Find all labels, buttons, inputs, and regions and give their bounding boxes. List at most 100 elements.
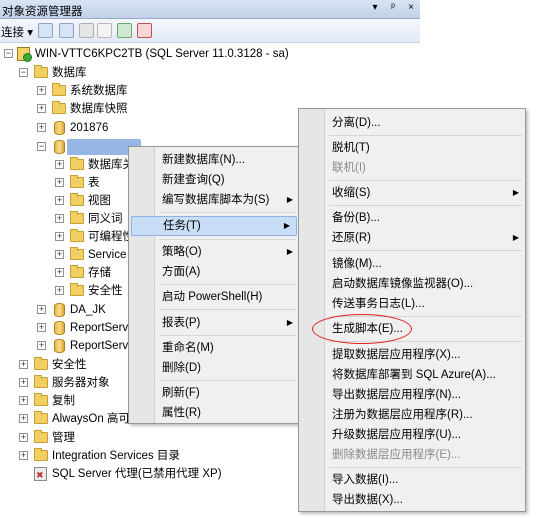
dropdown-icon[interactable]: ▾ bbox=[370, 2, 380, 13]
database-icon bbox=[54, 303, 65, 317]
menu-item-take-offline[interactable]: 脱机(T) bbox=[299, 138, 525, 158]
tree-label: Service bbox=[88, 249, 127, 261]
menu-item-export-dac[interactable]: 导出数据层应用程序(N)... bbox=[299, 385, 525, 405]
collapse-icon[interactable]: − bbox=[37, 142, 46, 151]
expand-icon[interactable]: + bbox=[55, 214, 64, 223]
expand-icon[interactable]: + bbox=[55, 268, 64, 277]
menu-item-restore[interactable]: 还原(R) ▶ bbox=[299, 228, 525, 248]
expand-icon[interactable]: + bbox=[19, 451, 28, 460]
expand-icon[interactable]: + bbox=[37, 104, 46, 113]
menu-item-script-as[interactable]: 编写数据库脚本为(S) ▶ bbox=[129, 190, 299, 210]
menu-item-label: 报表(P) bbox=[162, 317, 201, 329]
menu-item-label: 收缩(S) bbox=[332, 187, 371, 199]
tree-label: 视图 bbox=[88, 195, 111, 207]
expand-icon[interactable]: + bbox=[19, 433, 28, 442]
collapse-icon[interactable]: − bbox=[4, 49, 13, 58]
activity-monitor-icon[interactable] bbox=[137, 23, 152, 38]
folder-icon bbox=[70, 247, 84, 260]
folder-icon bbox=[34, 448, 48, 461]
tree-node-databases[interactable]: − 数据库 bbox=[0, 64, 420, 82]
connect-button[interactable]: 连接 ▾ bbox=[1, 24, 33, 40]
folder-icon bbox=[34, 375, 48, 388]
close-icon[interactable]: × bbox=[406, 2, 416, 13]
pin-icon[interactable]: ᵖ bbox=[388, 2, 398, 13]
tree-label: WIN-VTTC6KPC2TB (SQL Server 11.0.3128 - … bbox=[35, 48, 289, 60]
menu-item-facets[interactable]: 方面(A) bbox=[129, 262, 299, 282]
expand-icon[interactable]: + bbox=[19, 378, 28, 387]
annotation-circle bbox=[312, 314, 412, 344]
menu-item-delete[interactable]: 删除(D) bbox=[129, 358, 299, 378]
tree-label: 管理 bbox=[52, 432, 75, 444]
database-icon bbox=[54, 321, 65, 335]
database-context-menu: 新建数据库(N)... 新建查询(Q) 编写数据库脚本为(S) ▶ 任务(T) … bbox=[128, 146, 300, 424]
tree-label: 服务器对象 bbox=[52, 377, 110, 389]
menu-item-label: 编写数据库脚本为(S) bbox=[162, 194, 270, 206]
menu-item-shrink[interactable]: 收缩(S) ▶ bbox=[299, 183, 525, 203]
expand-icon[interactable]: + bbox=[55, 178, 64, 187]
panel-title: 对象资源管理器 bbox=[2, 6, 83, 18]
menu-item-powershell[interactable]: 启动 PowerShell(H) bbox=[129, 287, 299, 307]
menu-item-new-query[interactable]: 新建查询(Q) bbox=[129, 170, 299, 190]
filter-icon[interactable] bbox=[97, 23, 112, 38]
menu-item-new-database[interactable]: 新建数据库(N)... bbox=[129, 150, 299, 170]
menu-item-export-data[interactable]: 导出数据(X)... bbox=[299, 490, 525, 510]
submenu-arrow-icon: ▶ bbox=[286, 318, 293, 327]
expand-icon[interactable]: + bbox=[37, 305, 46, 314]
menu-item-reports[interactable]: 报表(P) ▶ bbox=[129, 313, 299, 333]
expand-icon[interactable]: + bbox=[37, 323, 46, 332]
expand-icon[interactable]: + bbox=[55, 286, 64, 295]
expand-icon[interactable]: + bbox=[55, 196, 64, 205]
expand-icon[interactable]: + bbox=[19, 414, 28, 423]
menu-item-log-shipping[interactable]: 传送事务日志(L)... bbox=[299, 294, 525, 314]
menu-item-import-data[interactable]: 导入数据(I)... bbox=[299, 470, 525, 490]
menu-item-policies[interactable]: 策略(O) ▶ bbox=[129, 242, 299, 262]
folder-icon bbox=[34, 357, 48, 370]
menu-item-label: 策略(O) bbox=[162, 246, 202, 258]
tree-label: 安全性 bbox=[88, 285, 123, 297]
expand-icon[interactable]: + bbox=[55, 160, 64, 169]
tree-node-server[interactable]: − WIN-VTTC6KPC2TB (SQL Server 11.0.3128 … bbox=[0, 45, 420, 63]
disconnect-icon[interactable] bbox=[59, 23, 74, 38]
folder-icon bbox=[70, 229, 84, 242]
menu-item-detach[interactable]: 分离(D)... bbox=[299, 113, 525, 133]
menu-item-backup[interactable]: 备份(B)... bbox=[299, 208, 525, 228]
database-icon bbox=[54, 121, 65, 135]
menu-item-upgrade-dac[interactable]: 升级数据层应用程序(U)... bbox=[299, 425, 525, 445]
expand-icon[interactable]: + bbox=[37, 341, 46, 350]
stop-icon[interactable] bbox=[79, 23, 94, 38]
submenu-arrow-icon: ▶ bbox=[286, 247, 293, 256]
folder-icon bbox=[70, 283, 84, 296]
tree-label: 复制 bbox=[52, 395, 75, 407]
expand-icon[interactable]: + bbox=[55, 250, 64, 259]
submenu-arrow-icon: ▶ bbox=[512, 188, 519, 197]
expand-icon[interactable]: + bbox=[19, 360, 28, 369]
expand-icon[interactable]: + bbox=[55, 232, 64, 241]
menu-separator bbox=[329, 250, 522, 251]
folder-icon bbox=[52, 101, 66, 114]
folder-icon bbox=[70, 175, 84, 188]
menu-item-mirror-monitor[interactable]: 启动数据库镜像监视器(O)... bbox=[299, 274, 525, 294]
menu-item-rename[interactable]: 重命名(M) bbox=[129, 338, 299, 358]
menu-item-properties[interactable]: 属性(R) bbox=[129, 403, 299, 423]
menu-item-extract-dac[interactable]: 提取数据层应用程序(X)... bbox=[299, 345, 525, 365]
tree-node-agent[interactable]: SQL Server 代理(已禁用代理 XP) bbox=[0, 465, 300, 484]
expand-icon[interactable]: + bbox=[19, 396, 28, 405]
menu-item-tasks[interactable]: 任务(T) ▶ bbox=[131, 216, 297, 236]
menu-item-mirror[interactable]: 镜像(M)... bbox=[299, 254, 525, 274]
submenu-arrow-icon: ▶ bbox=[286, 195, 293, 204]
tree-label: 安全性 bbox=[52, 359, 87, 371]
expand-icon[interactable]: + bbox=[37, 86, 46, 95]
server-icon bbox=[17, 47, 32, 62]
tree-label: 201876 bbox=[70, 122, 109, 134]
menu-item-deploy-azure[interactable]: 将数据库部署到 SQL Azure(A)... bbox=[299, 365, 525, 385]
collapse-icon[interactable]: − bbox=[19, 68, 28, 77]
menu-item-register-dac[interactable]: 注册为数据层应用程序(R)... bbox=[299, 405, 525, 425]
menu-item-refresh[interactable]: 刷新(F) bbox=[129, 383, 299, 403]
tree-node-management[interactable]: + 管理 bbox=[0, 429, 150, 447]
refresh-icon[interactable] bbox=[117, 23, 132, 38]
tree-node-integration[interactable]: + Integration Services 目录 bbox=[0, 447, 300, 465]
expand-icon[interactable]: + bbox=[37, 123, 46, 132]
folder-icon bbox=[52, 83, 66, 96]
connect-object-icon[interactable] bbox=[38, 23, 53, 38]
tree-node-system-databases[interactable]: + 系统数据库 bbox=[0, 82, 420, 100]
